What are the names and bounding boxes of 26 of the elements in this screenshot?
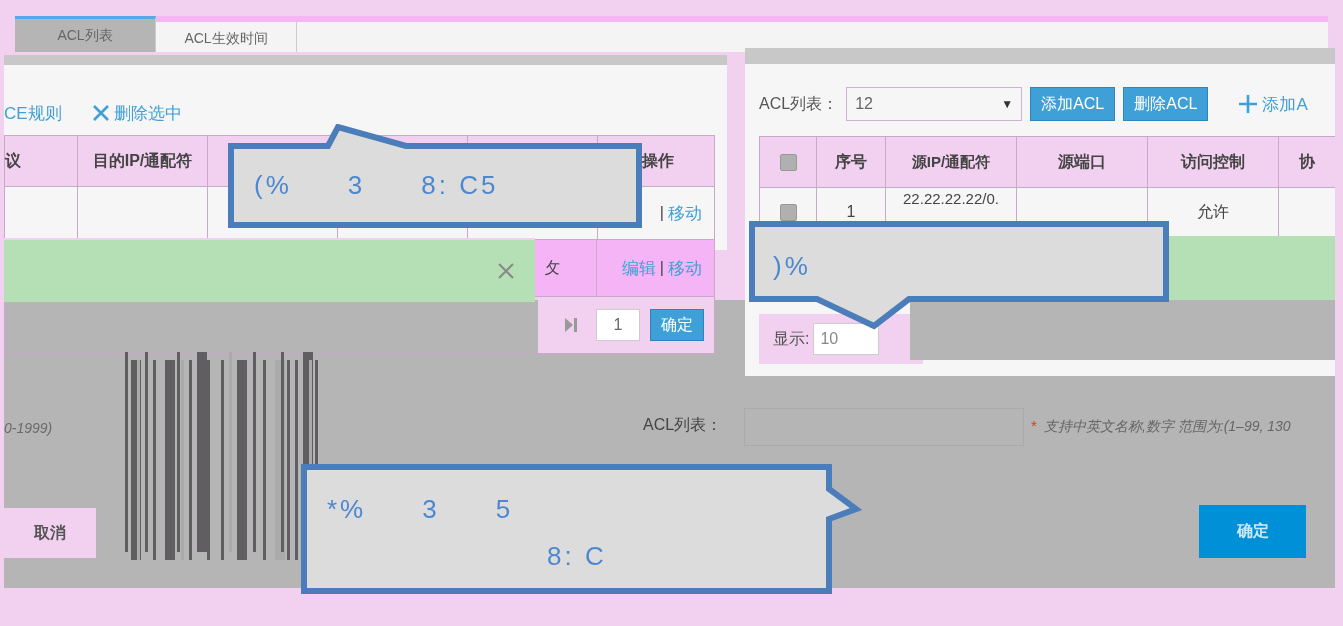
field-label: ACL列表： xyxy=(643,415,723,435)
hint-text: 0-1999) xyxy=(4,420,53,436)
separator: | xyxy=(659,259,664,277)
caret-icon: ▼ xyxy=(1001,97,1014,111)
callout-text: 8: C5 xyxy=(421,170,499,201)
callout-text: 3 xyxy=(347,170,366,201)
callout-text: )% xyxy=(773,251,811,282)
show-label: 显示: xyxy=(773,328,810,349)
field-label: ACL列表： xyxy=(759,93,839,114)
hint-text: 支持中英文名称,数字 范围为:(1–99, 130 xyxy=(1044,418,1291,436)
callout-text: 5 xyxy=(495,494,514,525)
column-header: 议 xyxy=(5,136,78,186)
column-header: 源IP/通配符 xyxy=(886,137,1017,187)
column-header: 操作 xyxy=(641,150,675,171)
column-header: 源端口 xyxy=(1017,137,1148,187)
column-header: 目的IP/通配符 xyxy=(78,136,208,186)
callout-text: *% xyxy=(327,494,367,525)
required-mark: * xyxy=(1031,417,1037,434)
column-header: 序号 xyxy=(817,137,886,187)
select-value: 12 xyxy=(855,95,873,113)
callout-text: 8: C xyxy=(547,541,607,572)
callout-text: (% xyxy=(254,170,292,201)
separator: | xyxy=(659,204,664,222)
column-header: 协 xyxy=(1279,137,1343,187)
callout-text: 3 xyxy=(422,494,440,525)
column-header: 访问控制 xyxy=(1148,137,1279,187)
